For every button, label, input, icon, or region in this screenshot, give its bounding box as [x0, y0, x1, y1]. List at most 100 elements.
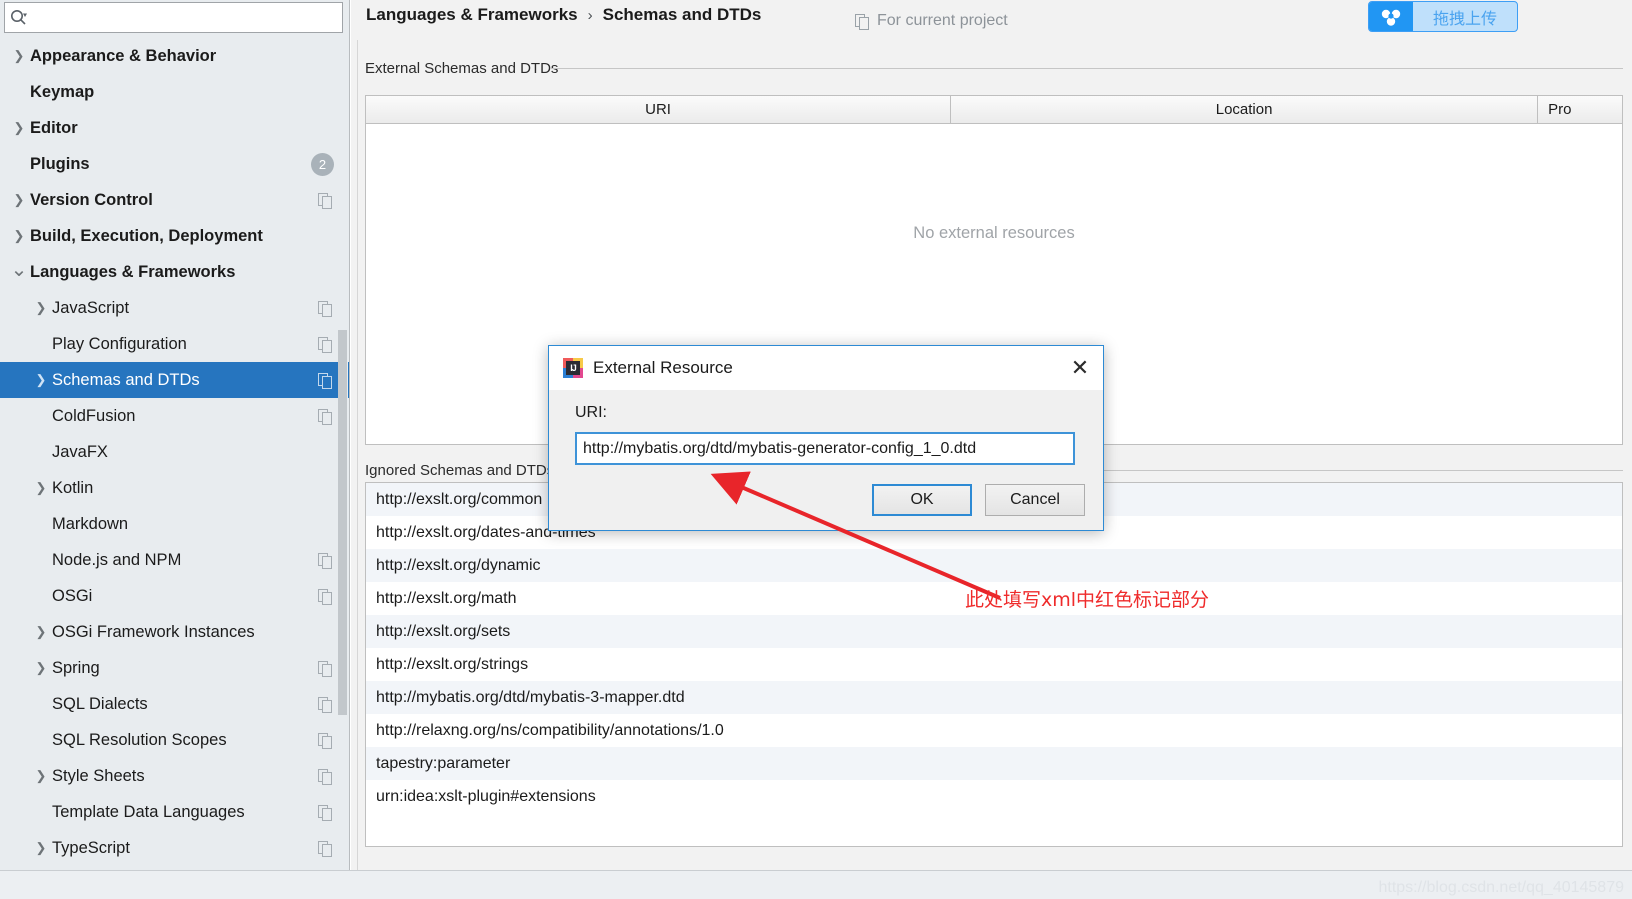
sidebar-item-label: Play Configuration: [52, 334, 187, 353]
sidebar-item-label: Editor: [30, 118, 78, 137]
chevron-right-icon: ❯: [35, 624, 47, 639]
sidebar-item-sql-resolution-scopes[interactable]: SQL Resolution Scopes: [0, 722, 349, 758]
sidebar-item-sql-dialects[interactable]: SQL Dialects: [0, 686, 349, 722]
intellij-idea-icon: IJ: [563, 358, 583, 378]
sidebar-item-osgi-framework-instances[interactable]: ❯ OSGi Framework Instances: [0, 614, 349, 650]
sidebar-item-label: SQL Dialects: [52, 694, 148, 713]
scope-indicator: For current project: [855, 12, 1008, 30]
sidebar-item-label: JavaFX: [52, 442, 108, 461]
ignored-section-title: Ignored Schemas and DTDs: [365, 462, 564, 479]
list-item[interactable]: http://mybatis.org/dtd/mybatis-3-mapper.…: [366, 681, 1622, 714]
breadcrumb: Languages & Frameworks › Schemas and DTD…: [366, 5, 761, 25]
sidebar-item-label: ColdFusion: [52, 406, 136, 425]
settings-window: ❯ Appearance & Behavior Keymap ❯ Editor Plugi…: [0, 0, 1632, 899]
copy-icon: [318, 408, 332, 425]
ignored-uri-text: http://exslt.org/math: [376, 589, 517, 607]
sidebar-item-typescript[interactable]: ❯ TypeScript: [0, 830, 349, 866]
chevron-right-icon: ❯: [13, 228, 25, 243]
sidebar-item-label: Markdown: [52, 514, 129, 533]
chevron-right-icon: ❯: [35, 300, 47, 315]
drag-upload-button[interactable]: 拖拽上传: [1368, 1, 1518, 32]
copy-icon: [855, 13, 869, 30]
ignored-resources-list: http://exslt.org/common http://exslt.org/…: [365, 482, 1623, 847]
sidebar-item-label: Keymap: [30, 82, 95, 101]
list-item[interactable]: http://exslt.org/strings: [366, 648, 1622, 681]
sidebar-item-label: JavaScript: [52, 298, 130, 317]
list-item[interactable]: http://exslt.org/sets: [366, 615, 1622, 648]
chevron-right-icon: ❯: [13, 120, 25, 135]
sidebar-item-languages-frameworks[interactable]: ⌄ Languages & Frameworks: [0, 254, 349, 290]
chevron-right-icon: ❯: [35, 660, 47, 675]
sidebar-item-style-sheets[interactable]: ❯ Style Sheets: [0, 758, 349, 794]
sidebar-item-markdown[interactable]: Markdown: [0, 506, 349, 542]
sidebar-item-javafx[interactable]: JavaFX: [0, 434, 349, 470]
chevron-down-icon: ⌄: [10, 258, 28, 281]
sidebar-item-template-data-languages[interactable]: Template Data Languages: [0, 794, 349, 830]
copy-icon: [318, 552, 332, 569]
chevron-right-icon: ❯: [13, 48, 25, 63]
sidebar-item-label: Spring: [52, 658, 100, 677]
sidebar-item-version-control[interactable]: ❯ Version Control: [0, 182, 349, 218]
search-input[interactable]: [27, 4, 342, 31]
column-header-location[interactable]: Location: [951, 96, 1539, 123]
ignored-uri-text: urn:idea:xslt-plugin#extensions: [376, 787, 596, 805]
copy-icon: [318, 192, 332, 209]
sidebar-item-play-configuration[interactable]: Play Configuration: [0, 326, 349, 362]
ignored-uri-text: http://exslt.org/strings: [376, 655, 529, 673]
sidebar-item-osgi[interactable]: OSGi: [0, 578, 349, 614]
ignored-uri-text: http://exslt.org/dynamic: [376, 556, 541, 574]
uri-label: URI:: [575, 404, 607, 421]
sidebar-search-wrap: [0, 2, 349, 35]
close-icon[interactable]: ✕: [1063, 351, 1097, 385]
ignored-uri-text: http://exslt.org/sets: [376, 622, 511, 640]
sidebar-item-keymap[interactable]: Keymap: [0, 74, 349, 110]
sidebar-scrollbar-thumb[interactable]: [338, 330, 347, 715]
settings-tree: ❯ Appearance & Behavior Keymap ❯ Editor Plugi…: [0, 38, 349, 866]
sidebar-item-label: SQL Resolution Scopes: [52, 730, 227, 749]
uri-input[interactable]: [575, 432, 1075, 465]
sidebar-item-label: Schemas and DTDs: [52, 370, 200, 389]
dialog-title: External Resource: [593, 358, 733, 377]
list-item[interactable]: urn:idea:xslt-plugin#extensions: [366, 780, 1622, 813]
drag-upload-label: 拖拽上传: [1432, 8, 1497, 28]
sidebar-item-schemas-and-dtds[interactable]: ❯ Schemas and DTDs: [0, 362, 349, 398]
ok-button[interactable]: OK: [872, 484, 972, 516]
scope-label: For current project: [877, 12, 1008, 29]
sidebar-item-appearance-behavior[interactable]: ❯ Appearance & Behavior: [0, 38, 349, 74]
copy-icon: [318, 732, 332, 749]
cancel-button[interactable]: Cancel: [985, 484, 1085, 516]
chevron-right-icon: ❯: [35, 768, 47, 783]
search-box[interactable]: [4, 2, 343, 33]
sidebar-item-node-js-and-npm[interactable]: Node.js and NPM: [0, 542, 349, 578]
external-empty-message: No external resources: [913, 224, 1075, 242]
sidebar-item-label: TypeScript: [52, 838, 130, 857]
column-header-project[interactable]: Pro: [1538, 96, 1622, 123]
sidebar-item-editor[interactable]: ❯ Editor: [0, 110, 349, 146]
external-section-title: External Schemas and DTDs: [365, 60, 568, 77]
sidebar-item-label: Appearance & Behavior: [30, 46, 217, 65]
copy-icon: [318, 336, 332, 353]
external-section-divider: [551, 68, 1623, 69]
list-item[interactable]: http://relaxng.org/ns/compatibility/anno…: [366, 714, 1622, 747]
list-item[interactable]: http://exslt.org/dynamic: [366, 549, 1622, 582]
dialog-buttons: OK Cancel: [872, 484, 1085, 516]
copy-icon: [318, 804, 332, 821]
sidebar-item-label: OSGi Framework Instances: [52, 622, 255, 641]
ignored-uri-text: http://exslt.org/common: [376, 490, 543, 508]
sidebar-item-javascript[interactable]: ❯ JavaScript: [0, 290, 349, 326]
list-item[interactable]: tapestry:parameter: [366, 747, 1622, 780]
sidebar-item-label: Kotlin: [52, 478, 94, 497]
ignored-uri-text: http://mybatis.org/dtd/mybatis-3-mapper.…: [376, 688, 685, 706]
sidebar-scrollbar-track[interactable]: [338, 40, 348, 740]
sidebar-item-label: Version Control: [30, 190, 153, 209]
sidebar-item-kotlin[interactable]: ❯ Kotlin: [0, 470, 349, 506]
sidebar-item-plugins[interactable]: Plugins 2: [0, 146, 349, 182]
sidebar-item-coldfusion[interactable]: ColdFusion: [0, 398, 349, 434]
copy-icon: [318, 372, 332, 389]
sidebar-item-label: Plugins: [30, 154, 90, 173]
column-header-uri[interactable]: URI: [366, 96, 952, 123]
sidebar-item-spring[interactable]: ❯ Spring: [0, 650, 349, 686]
breadcrumb-parent[interactable]: Languages & Frameworks: [366, 5, 578, 25]
sidebar-item-build-execution-deployment[interactable]: ❯ Build, Execution, Deployment: [0, 218, 349, 254]
dialog-body: URI:: [549, 390, 1103, 465]
